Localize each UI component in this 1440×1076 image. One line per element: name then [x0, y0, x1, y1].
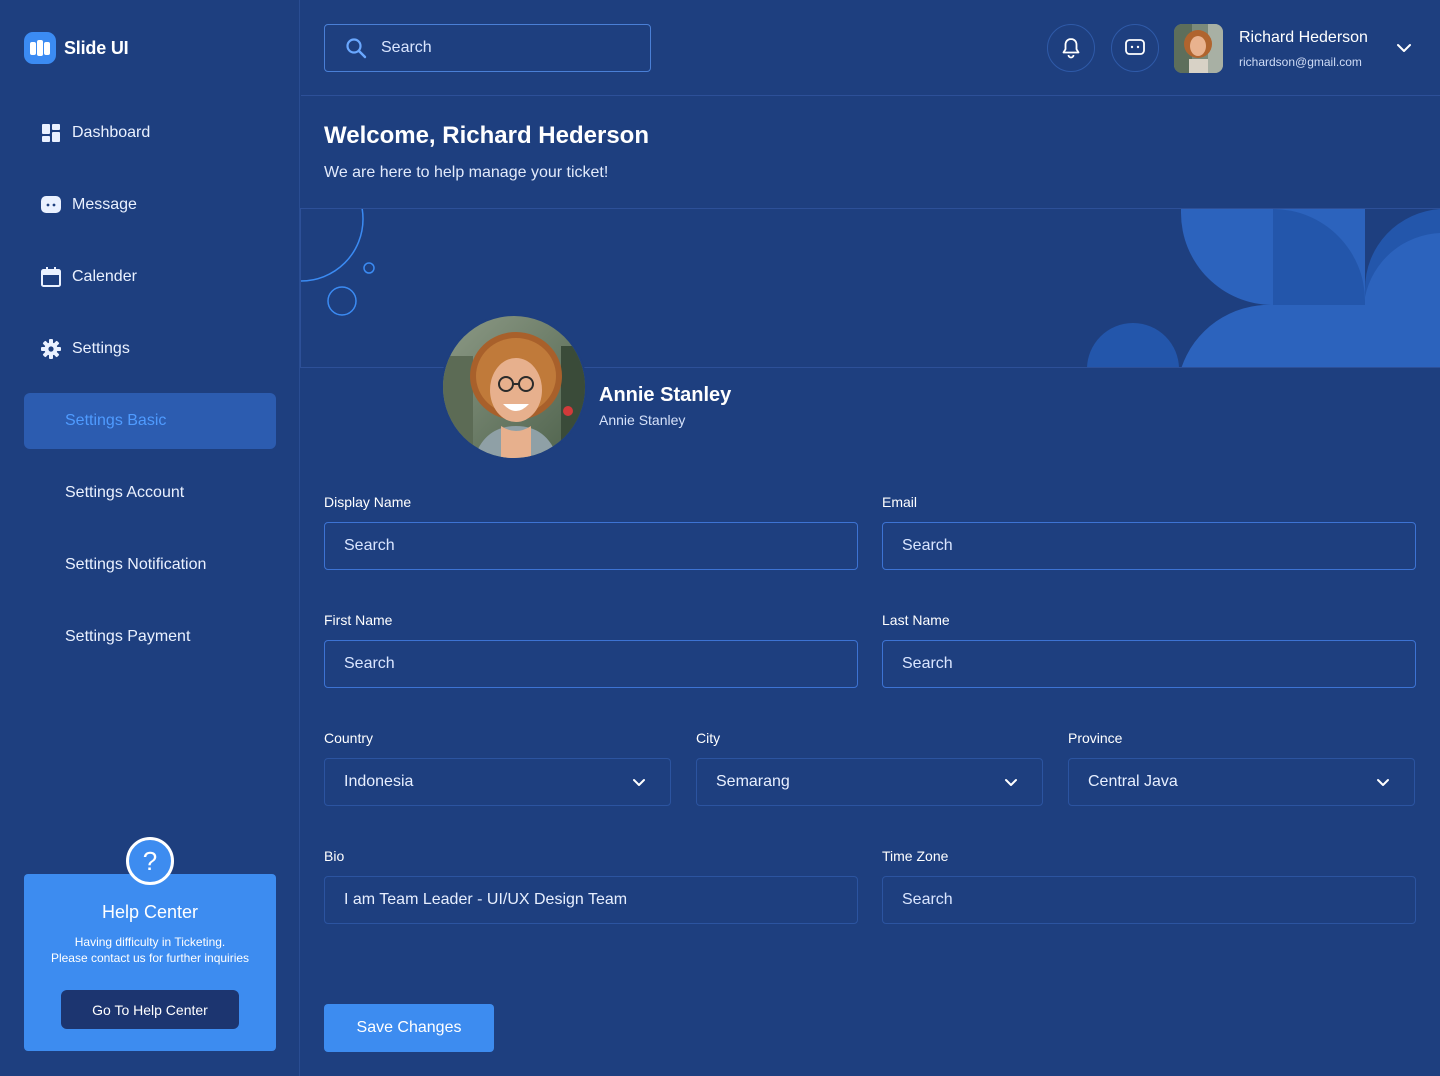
sidebar-item-label: Dashboard: [72, 124, 151, 141]
display-name-field[interactable]: [324, 522, 858, 570]
sidebar-item-settings[interactable]: Settings: [40, 337, 130, 361]
country-label: Country: [324, 730, 374, 746]
country-value: Indonesia: [344, 773, 414, 790]
help-text-line: Please contact us for further inquiries: [50, 951, 250, 965]
bio-label: Bio: [324, 848, 345, 864]
province-label: Province: [1068, 730, 1123, 746]
city-label: City: [696, 730, 721, 746]
app-name: Slide UI: [64, 37, 129, 58]
bio-input[interactable]: [344, 891, 857, 909]
email-field[interactable]: [882, 522, 1416, 570]
city-value: Semarang: [716, 773, 790, 790]
sidebar-item-message[interactable]: Message: [40, 193, 137, 217]
email-input[interactable]: [902, 537, 1415, 555]
top-bar: Richard Hederson richardson@gmail.com: [301, 0, 1440, 96]
first-name-field[interactable]: [324, 640, 858, 688]
sidebar-item-label: Calender: [72, 268, 137, 285]
province-value: Central Java: [1088, 773, 1178, 790]
question-icon: ?: [126, 837, 174, 885]
calendar-icon: [41, 267, 61, 287]
first-name-input[interactable]: [344, 655, 857, 673]
dashboard-icon: [42, 124, 60, 142]
display-name-input[interactable]: [344, 537, 857, 555]
chevron-down-icon: [1005, 779, 1017, 786]
search-input[interactable]: [381, 39, 621, 57]
save-changes-button[interactable]: Save Changes: [324, 1004, 494, 1052]
time-zone-label: Time Zone: [882, 848, 949, 864]
help-center-card: ? Help Center Having difficulty in Ticke…: [24, 837, 276, 1051]
welcome-section: Welcome, Richard Hederson We are here to…: [324, 122, 649, 182]
time-zone-input[interactable]: [902, 891, 1415, 909]
display-name-label: Display Name: [324, 494, 412, 510]
sidebar-item-settings-account[interactable]: Settings Account: [24, 465, 276, 521]
sidebar: Slide UI Dashboard Message Calender Sett…: [0, 0, 300, 1076]
help-center-text: Having difficulty in Ticketing. Please c…: [34, 934, 266, 966]
email-label: Email: [882, 494, 918, 510]
profile-name: Annie Stanley: [599, 384, 732, 406]
search-box[interactable]: [324, 24, 651, 72]
first-name-label: First Name: [324, 612, 393, 628]
country-select[interactable]: Indonesia: [324, 758, 671, 806]
sidebar-item-label: Message: [72, 196, 137, 213]
logo[interactable]: Slide UI: [24, 32, 129, 64]
profile-username: Annie Stanley: [599, 412, 686, 428]
sidebar-item-calendar[interactable]: Calender: [40, 265, 137, 289]
sidebar-item-label: Settings: [72, 340, 130, 357]
user-name: Richard Hederson: [1239, 29, 1368, 46]
bell-icon: [1062, 38, 1080, 59]
chat-button[interactable]: [1111, 24, 1159, 72]
sidebar-item-settings-payment[interactable]: Settings Payment: [24, 609, 276, 665]
page-subtitle: We are here to help manage your ticket!: [324, 164, 609, 181]
city-select[interactable]: Semarang: [696, 758, 1043, 806]
last-name-field[interactable]: [882, 640, 1416, 688]
chat-icon: [1125, 39, 1145, 55]
chevron-down-icon: [633, 779, 645, 786]
user-email: richardson@gmail.com: [1239, 55, 1362, 69]
time-zone-field[interactable]: [882, 876, 1416, 924]
bio-field[interactable]: [324, 876, 858, 924]
help-text-line: Having difficulty in Ticketing.: [74, 935, 226, 949]
province-select[interactable]: Central Java: [1068, 758, 1415, 806]
go-to-help-center-button[interactable]: Go To Help Center: [61, 990, 239, 1029]
logo-icon: [24, 32, 56, 64]
profile-photo[interactable]: [441, 314, 587, 460]
chevron-down-icon[interactable]: [1394, 38, 1414, 58]
last-name-label: Last Name: [882, 612, 950, 628]
app-root: Slide UI Dashboard Message Calender Sett…: [0, 0, 1440, 1076]
notification-button[interactable]: [1047, 24, 1095, 72]
last-name-input[interactable]: [902, 655, 1415, 673]
user-avatar[interactable]: [1174, 24, 1223, 73]
page-title: Welcome, Richard Hederson: [324, 122, 649, 149]
gear-icon: [41, 339, 61, 359]
search-icon: [346, 38, 367, 59]
chevron-down-icon: [1377, 779, 1389, 786]
message-icon: [41, 196, 61, 213]
sidebar-item-dashboard[interactable]: Dashboard: [40, 121, 150, 145]
sidebar-item-settings-basic[interactable]: Settings Basic: [24, 393, 276, 449]
help-center-title: Help Center: [101, 902, 199, 922]
sidebar-item-settings-notification[interactable]: Settings Notification: [24, 537, 276, 593]
